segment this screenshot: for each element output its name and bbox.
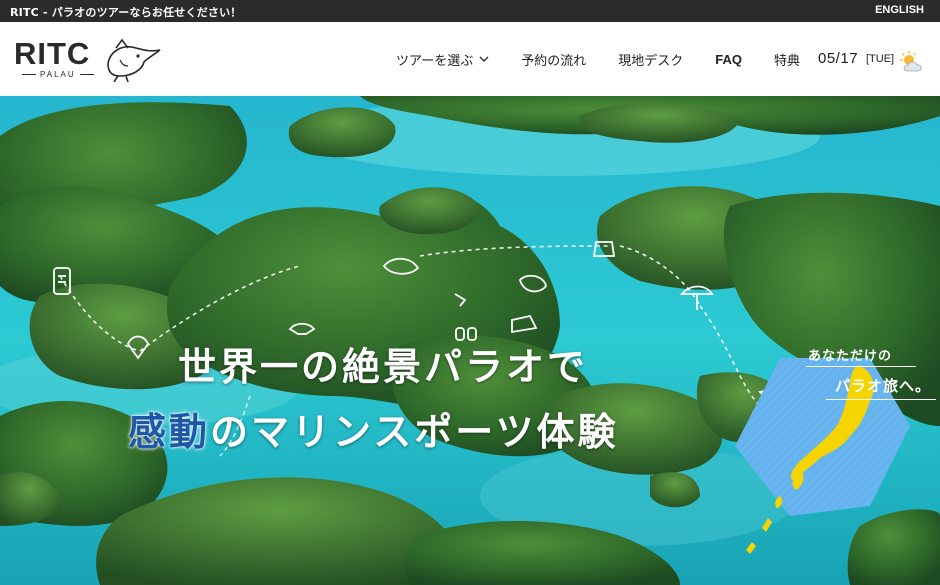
hero-banner: 世界一の絶景パラオで 感動のマリンスポーツ体験 あなただけの パラオ旅へ。	[0, 96, 940, 585]
nav-label: 予約の流れ	[521, 53, 587, 69]
badge-underline	[826, 399, 936, 400]
ritc-logo[interactable]: RITC PALAU	[14, 36, 164, 84]
nav-local-desk[interactable]: 現地デスク	[618, 50, 683, 69]
badge-underline	[806, 366, 916, 367]
logo-text: RITC	[14, 36, 91, 71]
nav-label: 現地デスク	[618, 53, 684, 69]
swordfish-logo-icon	[107, 38, 161, 82]
site-header: RITC PALAU ツアーを選ぶ 予約の流れ 現地デスク FAQ 特典 05/…	[0, 22, 940, 96]
english-language-link[interactable]: ENGLISH	[875, 4, 924, 16]
logo-subtitle: PALAU	[18, 70, 98, 79]
hero-headline: 世界一の絶景パラオで 感動のマリンスポーツ体験	[0, 96, 940, 585]
badge-text-line-1: あなただけの	[808, 349, 893, 364]
nav-label: 特典	[774, 53, 801, 69]
headline-line-2: 感動のマリンスポーツ体験	[128, 401, 619, 456]
nav-booking-flow[interactable]: 予約の流れ	[521, 50, 586, 69]
sun-cloud-icon	[900, 51, 922, 72]
nav-label: FAQ	[715, 51, 742, 67]
top-bar: RITC - パラオのツアーならお任せください！ ENGLISH	[0, 0, 940, 22]
headline-highlight: 感動	[128, 410, 211, 454]
chevron-down-icon	[479, 56, 489, 62]
site-tagline: RITC - パラオのツアーならお任せください！	[10, 6, 242, 19]
main-nav: ツアーを選ぶ 予約の流れ 現地デスク FAQ 特典	[396, 22, 832, 96]
badge-text-line-2: パラオ旅へ。	[835, 377, 932, 395]
headline-line-1: 世界一の絶景パラオで	[178, 345, 589, 389]
headline-line-2-rest: のマリンスポーツ体験	[210, 410, 619, 454]
current-weekday: [TUE]	[866, 53, 895, 65]
current-date: 05/17	[818, 50, 859, 67]
nav-choose-tour[interactable]: ツアーを選ぶ	[396, 50, 489, 69]
nav-benefits[interactable]: 特典	[774, 50, 800, 69]
nav-faq[interactable]: FAQ	[715, 52, 742, 67]
nav-label: ツアーを選ぶ	[396, 53, 474, 69]
